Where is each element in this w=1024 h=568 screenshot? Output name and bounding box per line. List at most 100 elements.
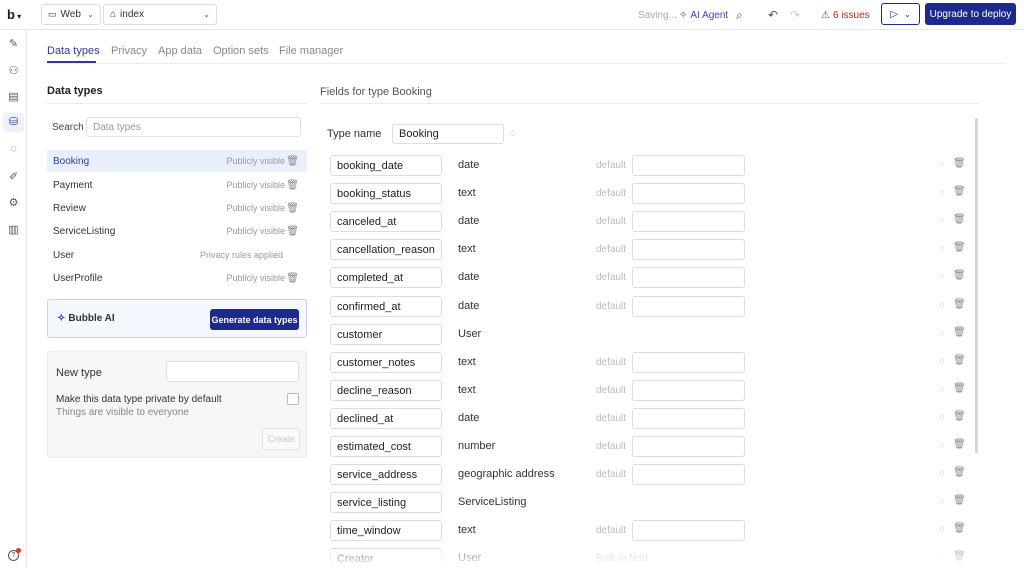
trash-icon[interactable]: 🗑 bbox=[953, 327, 966, 338]
trash-icon[interactable]: 🗑 bbox=[953, 214, 966, 225]
scrollbar[interactable] bbox=[975, 118, 978, 453]
trash-icon[interactable]: 🗑 bbox=[953, 242, 966, 253]
field-name-input[interactable]: estimated_cost bbox=[330, 436, 442, 457]
bubble-logo[interactable]: b ▾ bbox=[7, 7, 21, 22]
undo-icon[interactable]: ↶ bbox=[768, 0, 778, 30]
help-icon[interactable]: ? bbox=[8, 548, 21, 561]
default-value-input[interactable] bbox=[632, 436, 745, 457]
default-value-input[interactable] bbox=[632, 239, 745, 260]
default-value-input[interactable] bbox=[632, 464, 745, 485]
search-input[interactable] bbox=[86, 117, 301, 137]
comment-icon[interactable]: ◌ bbox=[510, 128, 516, 139]
default-value-input[interactable] bbox=[632, 296, 745, 317]
data-type-row-user[interactable]: User Privacy rules applied bbox=[47, 244, 307, 266]
tab-option-sets[interactable]: Option sets bbox=[213, 45, 269, 57]
trash-icon[interactable]: 🗑 bbox=[953, 383, 966, 394]
comment-icon[interactable]: ◌ bbox=[939, 215, 944, 225]
create-button[interactable]: Create bbox=[262, 428, 300, 450]
comment-icon[interactable]: ◌ bbox=[939, 468, 944, 478]
field-name-input[interactable]: canceled_at bbox=[330, 211, 442, 232]
database-icon[interactable]: ⛁ bbox=[3, 113, 24, 132]
field-name-input[interactable]: service_address bbox=[330, 464, 442, 485]
workflow-icon[interactable]: ⚇ bbox=[0, 64, 27, 77]
trash-icon[interactable]: 🗑 bbox=[953, 439, 966, 450]
gear-icon[interactable]: ⚙ bbox=[0, 196, 27, 209]
generate-data-types-button[interactable]: Generate data types bbox=[210, 309, 299, 330]
default-value-input[interactable] bbox=[632, 267, 745, 288]
tab-app-data[interactable]: App data bbox=[158, 45, 202, 57]
field-name-input[interactable]: booking_date bbox=[330, 155, 442, 176]
trash-icon[interactable]: 🗑 bbox=[953, 495, 966, 506]
field-name-input[interactable]: confirmed_at bbox=[330, 296, 442, 317]
comment-icon[interactable]: ◌ bbox=[939, 356, 944, 366]
tab-data-types[interactable]: Data types bbox=[47, 45, 100, 57]
field-name-input[interactable]: declined_at bbox=[330, 408, 442, 429]
trash-icon[interactable]: 🗑 bbox=[953, 158, 966, 169]
field-name-input[interactable]: decline_reason bbox=[330, 380, 442, 401]
trash-icon[interactable]: 🗑 bbox=[953, 270, 966, 281]
chat-icon[interactable]: ◌ bbox=[0, 143, 27, 155]
platform-select[interactable]: ▭ Web ⌄ bbox=[41, 4, 101, 25]
comment-icon[interactable]: ◌ bbox=[939, 328, 944, 338]
comment-icon[interactable]: ◌ bbox=[939, 159, 944, 169]
field-name-input[interactable]: customer bbox=[330, 324, 442, 345]
comment-icon[interactable]: ◌ bbox=[939, 243, 944, 253]
field-row: completed_at date default ◌ 🗑 bbox=[330, 267, 970, 289]
field-name-input[interactable]: service_listing bbox=[330, 492, 442, 513]
trash-icon[interactable]: 🗑 bbox=[286, 226, 299, 237]
field-type: date bbox=[458, 271, 480, 283]
default-value-input[interactable] bbox=[632, 408, 745, 429]
trash-icon[interactable]: 🗑 bbox=[286, 180, 299, 191]
trash-icon[interactable]: 🗑 bbox=[286, 273, 299, 284]
pencil-icon[interactable]: ✎ bbox=[0, 37, 27, 50]
default-value-input[interactable] bbox=[632, 211, 745, 232]
comment-icon[interactable]: ◌ bbox=[939, 440, 944, 450]
tab-privacy[interactable]: Privacy bbox=[111, 45, 147, 57]
home-icon: ⌂ bbox=[110, 9, 117, 20]
field-name-input[interactable]: completed_at bbox=[330, 267, 442, 288]
default-value-input[interactable] bbox=[632, 155, 745, 176]
data-type-row-booking[interactable]: Booking Publicly visible 🗑 bbox=[47, 150, 307, 172]
comment-icon[interactable]: ◌ bbox=[939, 496, 944, 506]
trash-icon[interactable]: 🗑 bbox=[953, 523, 966, 534]
trash-icon[interactable]: 🗑 bbox=[953, 467, 966, 478]
comment-icon[interactable]: ◌ bbox=[939, 384, 944, 394]
comment-icon[interactable]: ◌ bbox=[939, 524, 944, 534]
comment-icon[interactable]: ◌ bbox=[939, 271, 944, 281]
default-value-input[interactable] bbox=[632, 380, 745, 401]
data-type-row-userprofile[interactable]: UserProfile Publicly visible 🗑 bbox=[47, 267, 307, 289]
field-name-input[interactable]: time_window bbox=[330, 520, 442, 541]
redo-icon[interactable]: ↷ bbox=[790, 0, 800, 30]
data-type-row-review[interactable]: Review Publicly visible 🗑 bbox=[47, 197, 307, 219]
chart-icon[interactable]: ▥ bbox=[0, 223, 27, 236]
default-value-input[interactable] bbox=[632, 352, 745, 373]
comment-icon[interactable]: ◌ bbox=[939, 187, 944, 197]
ai-agent-button[interactable]: ✧ AI Agent bbox=[679, 0, 728, 30]
field-name-input[interactable]: customer_notes bbox=[330, 352, 442, 373]
comment-icon[interactable]: ◌ bbox=[939, 412, 944, 422]
default-value-input[interactable] bbox=[632, 183, 745, 204]
upgrade-deploy-button[interactable]: Upgrade to deploy bbox=[925, 3, 1016, 25]
default-value-input[interactable] bbox=[632, 520, 745, 541]
trash-icon[interactable]: 🗑 bbox=[286, 203, 299, 214]
issues-button[interactable]: ⚠ 6 issues bbox=[821, 0, 870, 30]
field-name-input[interactable]: booking_status bbox=[330, 183, 442, 204]
field-name-input[interactable]: cancellation_reason bbox=[330, 239, 442, 260]
preview-button[interactable]: ▷ ⌄ bbox=[881, 3, 920, 25]
trash-icon[interactable]: 🗑 bbox=[286, 156, 299, 167]
data-type-row-payment[interactable]: Payment Publicly visible 🗑 bbox=[47, 174, 307, 196]
new-type-input[interactable] bbox=[166, 361, 299, 382]
trash-icon[interactable]: 🗑 bbox=[953, 186, 966, 197]
page-select[interactable]: ⌂ index ⌄ bbox=[103, 4, 217, 25]
styles-icon[interactable]: ▤ bbox=[0, 90, 27, 103]
trash-icon[interactable]: 🗑 bbox=[953, 299, 966, 310]
data-type-row-servicelisting[interactable]: ServiceListing Publicly visible 🗑 bbox=[47, 220, 307, 242]
trash-icon[interactable]: 🗑 bbox=[953, 411, 966, 422]
private-default-checkbox[interactable] bbox=[287, 393, 299, 405]
type-name-input[interactable]: Booking bbox=[392, 124, 504, 144]
plugin-icon[interactable]: ✐ bbox=[0, 170, 27, 183]
search-icon[interactable]: ⌕ bbox=[736, 0, 743, 30]
comment-icon[interactable]: ◌ bbox=[939, 300, 944, 310]
trash-icon[interactable]: 🗑 bbox=[953, 355, 966, 366]
tab-file-manager[interactable]: File manager bbox=[279, 45, 343, 57]
